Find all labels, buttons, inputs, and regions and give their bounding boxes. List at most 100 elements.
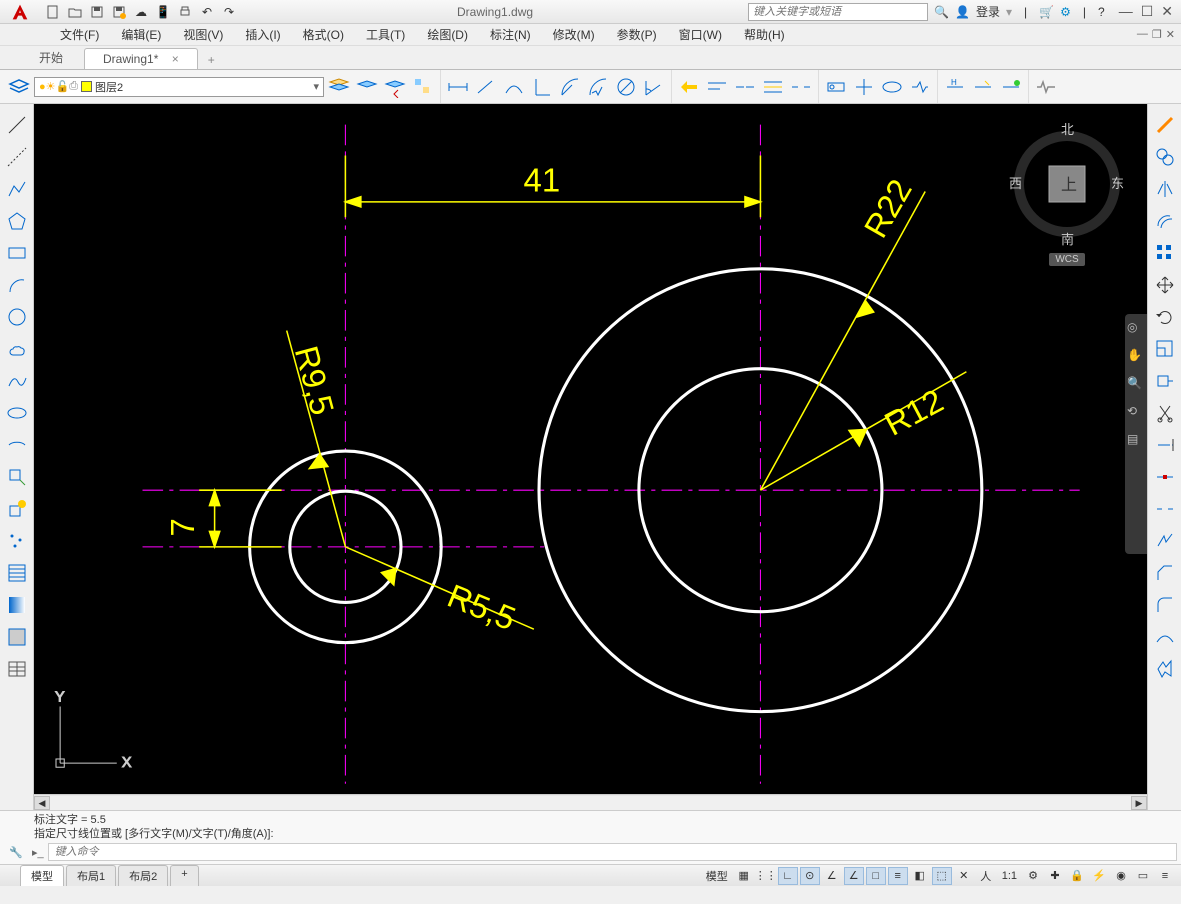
customize-icon[interactable]: ≡ [1155, 867, 1175, 885]
move-icon[interactable] [1152, 272, 1178, 298]
center-mark-icon[interactable] [851, 74, 877, 100]
selection-cycling[interactable]: ⬚ [932, 867, 952, 885]
dim-diameter-icon[interactable] [613, 74, 639, 100]
table-icon[interactable] [4, 656, 30, 682]
mirror-icon[interactable] [1152, 176, 1178, 202]
dim-jogged-icon[interactable] [585, 74, 611, 100]
dim-baseline-icon[interactable] [704, 74, 730, 100]
array-icon[interactable] [1152, 240, 1178, 266]
saveas-icon[interactable] [110, 3, 128, 21]
tab-layout1[interactable]: 布局1 [66, 865, 116, 886]
layer-states-icon[interactable] [326, 74, 352, 100]
jog-line-icon[interactable] [907, 74, 933, 100]
search-go-icon[interactable]: 🔍 [934, 5, 949, 19]
dim-aligned-icon[interactable] [473, 74, 499, 100]
scroll-left[interactable]: ◀ [34, 796, 50, 810]
anno-toggle[interactable]: ⚙ [1023, 867, 1043, 885]
dim-space-icon[interactable] [760, 74, 786, 100]
spline-icon[interactable] [4, 368, 30, 394]
revision-cloud-icon[interactable] [4, 336, 30, 362]
erase-icon[interactable] [1152, 112, 1178, 138]
menu-window[interactable]: 窗口(W) [669, 24, 732, 45]
chamfer-icon[interactable] [1152, 560, 1178, 586]
trim-icon[interactable] [1152, 400, 1178, 426]
insert-block-icon[interactable] [4, 464, 30, 490]
tab-add-button[interactable]: + [200, 51, 223, 69]
wcs-label[interactable]: WCS [1049, 253, 1084, 266]
region-icon[interactable] [4, 624, 30, 650]
dim-arc-icon[interactable] [501, 74, 527, 100]
anno-scale[interactable]: 1:1 [998, 870, 1021, 882]
dim-linear-icon[interactable] [445, 74, 471, 100]
otrack-toggle[interactable]: ∠ [844, 867, 864, 885]
menu-dimension[interactable]: 标注(N) [480, 24, 541, 45]
copy-icon[interactable] [1152, 144, 1178, 170]
rotate-icon[interactable] [1152, 304, 1178, 330]
polyline-icon[interactable] [4, 176, 30, 202]
make-block-icon[interactable] [4, 496, 30, 522]
cloud-save-icon[interactable]: 📱 [154, 3, 172, 21]
undo-icon[interactable]: ↶ [198, 3, 216, 21]
anno-monitor[interactable]: 🔒 [1067, 867, 1087, 885]
command-input[interactable] [48, 843, 1177, 861]
break-icon[interactable] [1152, 496, 1178, 522]
share-icon[interactable]: ⚙ [1060, 5, 1071, 19]
iso-toggle[interactable]: ∠ [822, 867, 842, 885]
menu-draw[interactable]: 绘图(D) [417, 24, 478, 45]
dim-angular-icon[interactable] [641, 74, 667, 100]
dim-continue-icon[interactable] [732, 74, 758, 100]
wrench-icon[interactable]: 🔧 [4, 846, 28, 859]
open-icon[interactable] [66, 3, 84, 21]
inspect-icon[interactable] [879, 74, 905, 100]
menu-parametric[interactable]: 参数(P) [607, 24, 667, 45]
arc-icon[interactable] [4, 272, 30, 298]
layer-properties-icon[interactable] [6, 74, 32, 100]
redo-icon[interactable]: ↷ [220, 3, 238, 21]
tab-start[interactable]: 开始 [20, 45, 82, 69]
tab-drawing1[interactable]: Drawing1* × [84, 48, 198, 69]
minimize-button[interactable]: — [1119, 3, 1133, 20]
print-icon[interactable] [176, 3, 194, 21]
polar-toggle[interactable]: ⊙ [800, 867, 820, 885]
menu-format[interactable]: 格式(O) [293, 24, 354, 45]
status-model-label[interactable]: 模型 [702, 868, 732, 884]
offset-icon[interactable] [1152, 208, 1178, 234]
break-point-icon[interactable] [1152, 464, 1178, 490]
cart-icon[interactable]: 🛒 [1039, 5, 1054, 19]
lwt-toggle[interactable]: ≡ [888, 867, 908, 885]
fillet-icon[interactable] [1152, 592, 1178, 618]
dim-tedit-icon[interactable] [970, 74, 996, 100]
app-icon[interactable] [0, 0, 40, 24]
save-icon[interactable] [88, 3, 106, 21]
construction-line-icon[interactable] [4, 144, 30, 170]
login-label[interactable]: 登录 [976, 3, 1000, 20]
hardware-accel[interactable]: ⚡ [1089, 867, 1109, 885]
cloud-open-icon[interactable]: ☁ [132, 3, 150, 21]
help-icon[interactable]: ? [1098, 5, 1105, 19]
scroll-right[interactable]: ▶ [1131, 796, 1147, 810]
layer-selector[interactable]: ● ☀ 🔓 ⎙ 图层2 ▾ [34, 77, 324, 97]
ortho-toggle[interactable]: ∟ [778, 867, 798, 885]
user-icon[interactable]: 👤 [955, 5, 970, 19]
nav-zoom-icon[interactable]: 🔍 [1127, 376, 1145, 394]
scale-icon[interactable] [1152, 336, 1178, 362]
blend-icon[interactable] [1152, 624, 1178, 650]
ellipse-icon[interactable] [4, 400, 30, 426]
hatch-icon[interactable] [4, 560, 30, 586]
workspace-switch[interactable]: ✚ [1045, 867, 1065, 885]
osnap-toggle[interactable]: □ [866, 867, 886, 885]
ellipse-arc-icon[interactable] [4, 432, 30, 458]
point-icon[interactable] [4, 528, 30, 554]
stretch-icon[interactable] [1152, 368, 1178, 394]
dim-radius-icon[interactable] [557, 74, 583, 100]
menu-file[interactable]: 文件(F) [50, 24, 109, 45]
dim-update-icon[interactable] [998, 74, 1024, 100]
dyn-ucs-toggle[interactable]: 人 [976, 867, 996, 885]
snap-toggle[interactable]: ⋮⋮ [756, 867, 776, 885]
3dosnap-toggle[interactable]: ✕ [954, 867, 974, 885]
line-icon[interactable] [4, 112, 30, 138]
new-icon[interactable] [44, 3, 62, 21]
isolate-objects[interactable]: ◉ [1111, 867, 1131, 885]
horizontal-scrollbar[interactable]: ◀ ▶ [34, 794, 1147, 810]
tab-layout2[interactable]: 布局2 [118, 865, 168, 886]
